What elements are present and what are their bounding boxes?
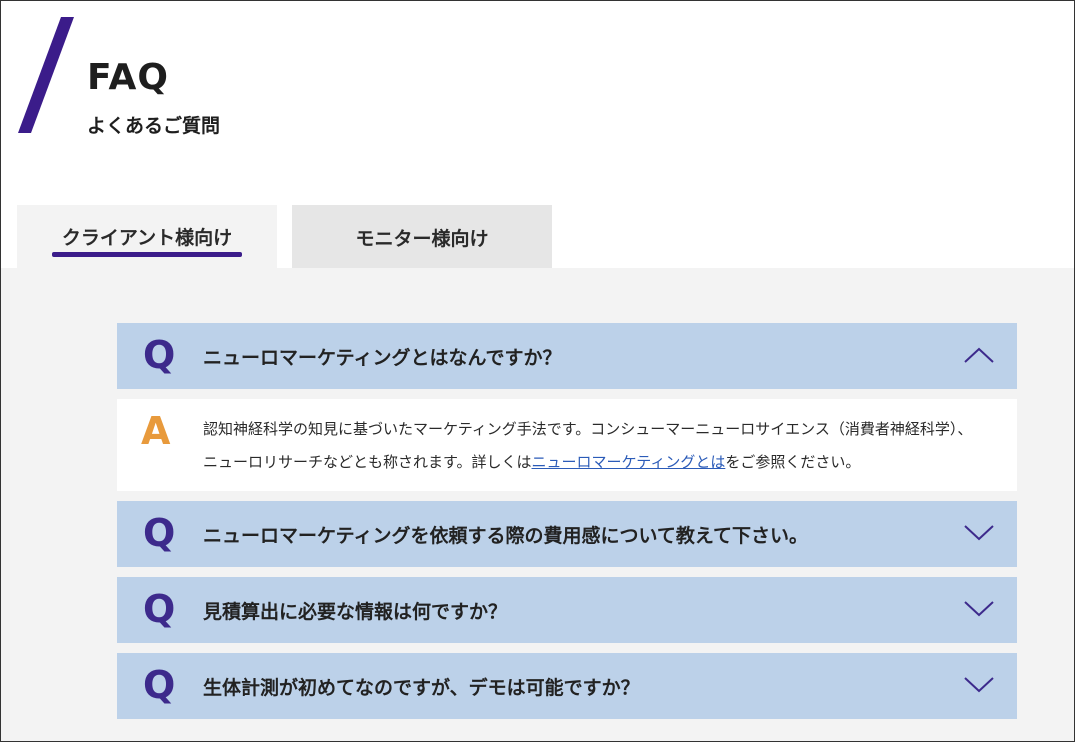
faq-question-row[interactable]: Q ニューロマーケティングとはなんですか？ <box>117 323 1017 389</box>
tab-client[interactable]: クライアント様向け <box>17 205 277 269</box>
question-mark-label: Q <box>143 511 176 555</box>
faq-question-text: ニューロマーケティングとはなんですか？ <box>203 346 562 369</box>
question-mark-label: Q <box>143 663 176 707</box>
faq-question-text: 見積算出に必要な情報は何ですか？ <box>203 600 508 623</box>
faq-question-row[interactable]: Q 見積算出に必要な情報は何ですか？ <box>117 577 1017 643</box>
chevron-up-icon[interactable] <box>963 345 995 365</box>
slash-decoration-icon <box>18 17 74 133</box>
faq-question-row[interactable]: Q 生体計測が初めてなのですが、デモは可能ですか？ <box>117 653 1017 719</box>
chevron-down-icon[interactable] <box>963 675 995 695</box>
faq-question-text: 生体計測が初めてなのですが、デモは可能ですか？ <box>203 676 640 699</box>
question-mark-label: Q <box>143 587 176 631</box>
answer-text-after-link: をご参照ください。 <box>725 453 861 471</box>
faq-answer-panel: A 認知神経科学の知見に基づいたマーケティング手法です。コンシューマーニューロサ… <box>117 399 1017 491</box>
chevron-down-icon[interactable] <box>963 523 995 543</box>
question-mark-label: Q <box>143 333 176 377</box>
tab-client-label: クライアント様向け <box>61 226 233 249</box>
faq-list: Q ニューロマーケティングとはなんですか？ A 認知神経科学の知見に基づいたマー… <box>117 323 1017 719</box>
chevron-down-icon[interactable] <box>963 599 995 619</box>
faq-content-area: Q ニューロマーケティングとはなんですか？ A 認知神経科学の知見に基づいたマー… <box>1 268 1074 741</box>
active-tab-underline <box>52 252 242 257</box>
page-title: FAQ <box>87 57 169 98</box>
answer-mark-label: A <box>141 409 171 453</box>
faq-question-text: ニューロマーケティングを依頼する際の費用感について教えて下さい。 <box>203 524 808 547</box>
neuromarketing-link[interactable]: ニューロマーケティングとは <box>532 453 726 471</box>
tab-monitor-label: モニター様向け <box>355 227 489 250</box>
faq-answer-text: 認知神経科学の知見に基づいたマーケティング手法です。コンシューマーニューロサイエ… <box>203 413 977 479</box>
faq-question-row[interactable]: Q ニューロマーケティングを依頼する際の費用感について教えて下さい。 <box>117 501 1017 567</box>
page-frame: FAQ よくあるご質問 クライアント様向け モニター様向け Q ニューロマーケテ… <box>0 0 1075 742</box>
page-subtitle: よくあるご質問 <box>87 115 221 137</box>
tab-monitor[interactable]: モニター様向け <box>292 205 552 269</box>
